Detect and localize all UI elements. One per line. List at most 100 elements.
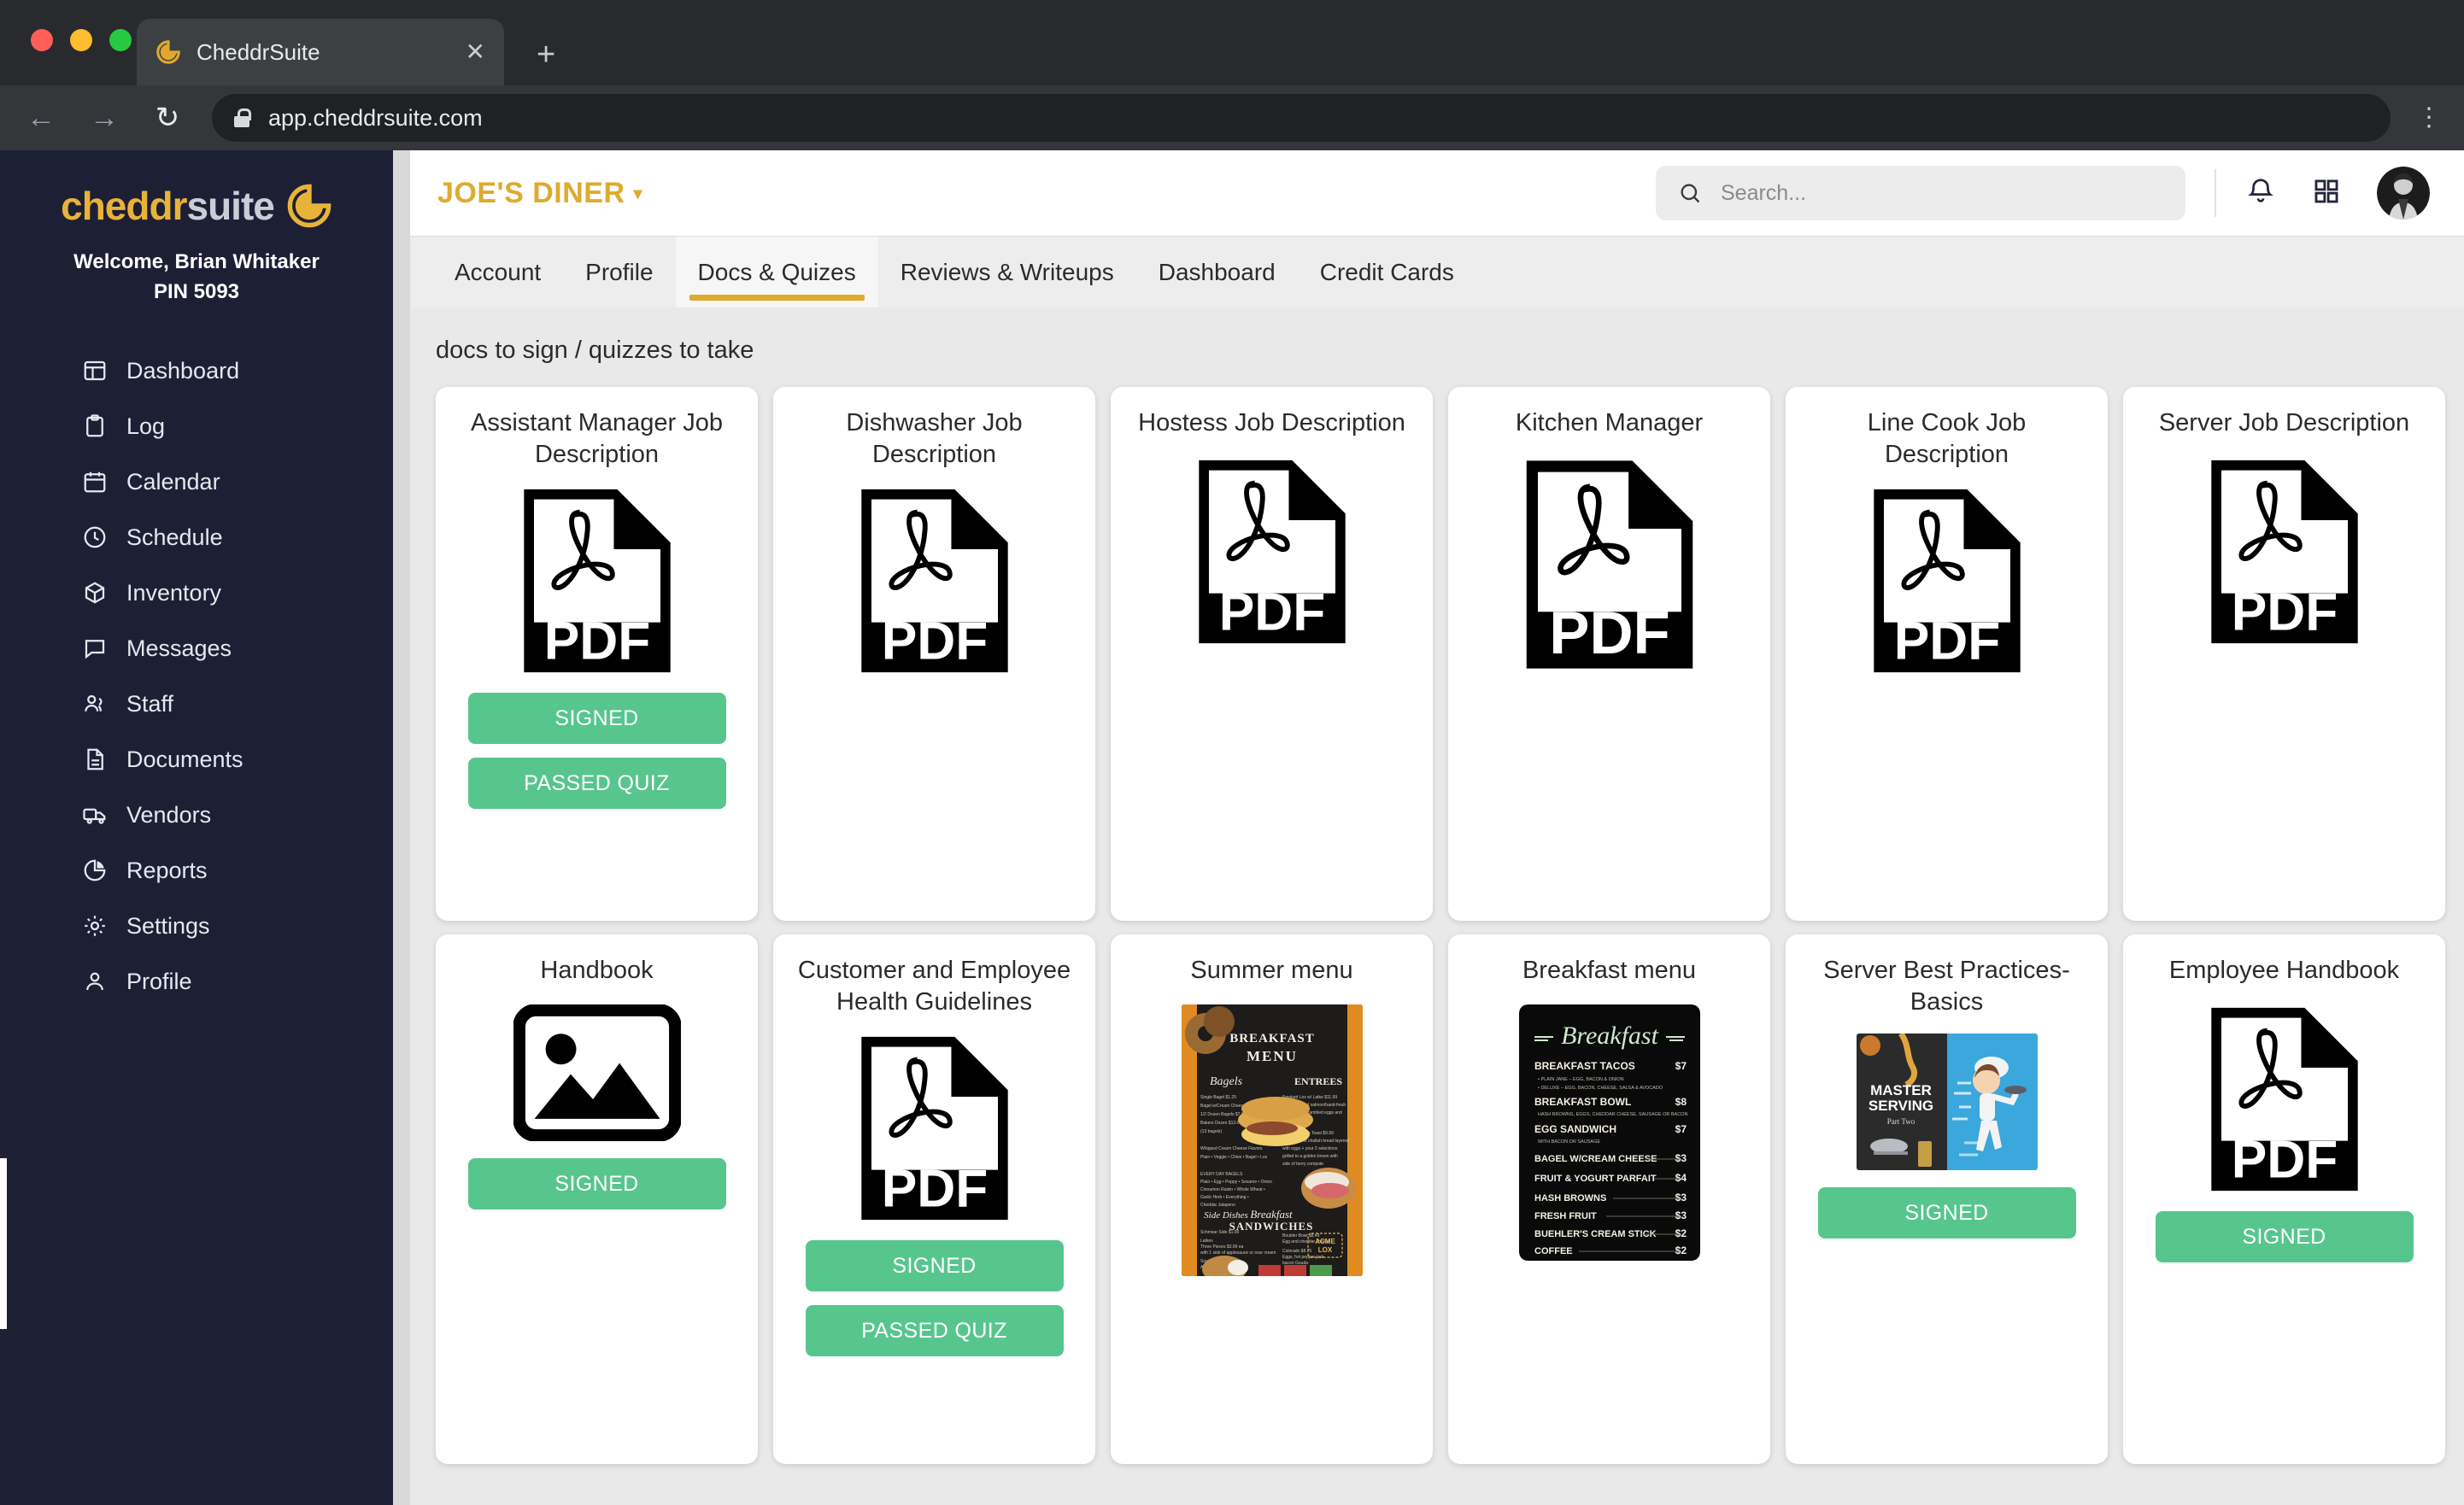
pdf-icon: PDF (851, 486, 1018, 676)
topbar-divider (2215, 169, 2216, 217)
status-badge[interactable]: PASSED QUIZ (806, 1305, 1064, 1356)
sidebar-gutter (393, 150, 410, 1505)
new-tab-button[interactable]: + (537, 37, 555, 73)
address-bar-url: app.cheddrsuite.com (268, 105, 483, 132)
svg-text:MENU: MENU (1247, 1048, 1298, 1064)
sidebar-item-vendors[interactable]: Vendors (0, 788, 393, 843)
sidebar-item-settings[interactable]: Settings (0, 899, 393, 954)
sidebar-item-label: Reports (126, 858, 208, 884)
sidebar-item-reports[interactable]: Reports (0, 843, 393, 899)
close-icon[interactable]: ✕ (466, 40, 485, 64)
summer-menu-photo: BREAKFAST MENU Bagels ENTREES Single Bag… (1182, 1004, 1363, 1276)
calendar-icon (82, 469, 108, 495)
svg-text:PDF: PDF (1549, 599, 1669, 666)
sidebar-item-label: Dashboard (126, 358, 239, 384)
sidebar-item-staff[interactable]: Staff (0, 676, 393, 732)
document-card[interactable]: Breakfast menu Breakfast BREAKFAST TACOS (1448, 934, 1770, 1464)
forward-icon[interactable]: → (85, 103, 123, 132)
document-badges: SIGNED PASSED QUIZ (792, 1240, 1077, 1356)
status-badge[interactable]: SIGNED (468, 693, 726, 744)
back-icon[interactable]: ← (22, 103, 60, 132)
sidebar-item-inventory[interactable]: Inventory (0, 565, 393, 621)
tab-reviews-and-writeups[interactable]: Reviews & Writeups (878, 237, 1136, 307)
location-selector[interactable]: JOE'S DINER ▾ (437, 177, 642, 210)
status-badge[interactable]: SIGNED (1818, 1187, 2076, 1239)
document-card[interactable]: Assistant Manager Job Description PDF SI… (436, 387, 758, 921)
search-box[interactable] (1656, 166, 2185, 220)
notification-bell-icon[interactable] (2245, 176, 2276, 211)
tab-dashboard[interactable]: Dashboard (1136, 237, 1298, 307)
document-card[interactable]: Customer and Employee Health Guidelines … (773, 934, 1095, 1464)
svg-text:PDF: PDF (2231, 1131, 2338, 1190)
app-topbar: JOE'S DINER ▾ (410, 150, 2464, 236)
svg-text:$2: $2 (1675, 1244, 1687, 1256)
location-name: JOE'S DINER (437, 177, 625, 210)
svg-text:COFFEE: COFFEE (1534, 1246, 1573, 1256)
document-badges: SIGNED (2142, 1211, 2426, 1262)
svg-text:Three Pieces $3.9: Three Pieces $3.99 ea (1200, 1244, 1244, 1250)
sidebar-item-documents[interactable]: Documents (0, 732, 393, 788)
sidebar-item-log[interactable]: Log (0, 399, 393, 454)
document-card[interactable]: Dishwasher Job Description PDF (773, 387, 1095, 921)
svg-text:BAGEL W/CREAM CHEESE: BAGEL W/CREAM CHEESE (1534, 1154, 1657, 1164)
document-title: Server Job Description (2159, 407, 2409, 442)
browser-tab[interactable]: CheddrSuite ✕ (137, 19, 504, 85)
svg-text:Single Bagel $1: Single Bagel $1.25 (1200, 1095, 1236, 1100)
maximize-window-button[interactable] (109, 29, 132, 51)
document-thumbnail: Breakfast BREAKFAST TACOS $7 • PLAIN JAN… (1519, 1004, 1700, 1261)
browser-window: CheddrSuite ✕ + ← → ↻ app.cheddrsuite.co… (0, 0, 2464, 1505)
document-title: Summer menu (1190, 955, 1352, 989)
document-card[interactable]: Hostess Job Description PDF (1111, 387, 1433, 921)
address-bar[interactable]: app.cheddrsuite.com (212, 94, 2391, 142)
sidebar-item-schedule[interactable]: Schedule (0, 510, 393, 565)
tab-label: Credit Cards (1320, 259, 1454, 286)
app-logo[interactable]: cheddrsuite (0, 183, 393, 229)
status-badge[interactable]: SIGNED (806, 1240, 1064, 1291)
page-scrollbar-thumb[interactable] (0, 1158, 7, 1329)
tab-docs-and-quizes[interactable]: Docs & Quizes (676, 237, 878, 307)
user-avatar[interactable] (2377, 167, 2430, 220)
svg-text:side of berry compote: side of berry compote (1282, 1162, 1323, 1167)
tab-credit-cards[interactable]: Credit Cards (1298, 237, 1476, 307)
welcome-username: Welcome, Brian Whitaker (0, 248, 393, 278)
close-window-button[interactable] (31, 29, 53, 51)
status-badge[interactable]: PASSED QUIZ (468, 758, 726, 809)
sidebar-item-messages[interactable]: Messages (0, 621, 393, 676)
reload-icon[interactable]: ↻ (149, 103, 186, 132)
document-card[interactable]: Server Best Practices- Basics MASTER SER… (1786, 934, 2108, 1464)
tab-account[interactable]: Account (432, 237, 563, 307)
sidebar-item-profile[interactable]: Profile (0, 954, 393, 1010)
document-card[interactable]: Server Job Description PDF (2123, 387, 2445, 921)
sidebar-item-label: Log (126, 413, 165, 440)
svg-text:PDF: PDF (1893, 612, 2000, 671)
sidebar-nav: Dashboard Log Calendar (0, 343, 393, 1010)
document-thumbnail: MASTER SERVING Part Two (1857, 1034, 2038, 1170)
search-input[interactable] (1721, 181, 2163, 206)
tab-profile[interactable]: Profile (563, 237, 675, 307)
status-badge[interactable]: SIGNED (468, 1158, 726, 1209)
pdf-icon: PDF (1515, 457, 1704, 672)
sidebar-item-calendar[interactable]: Calendar (0, 454, 393, 510)
document-card[interactable]: Handbook SIGNED (436, 934, 758, 1464)
svg-text:(13 bagels): (13 bagels) (1200, 1129, 1222, 1134)
person-icon (82, 969, 108, 994)
svg-text:SERVING: SERVING (1868, 1098, 1933, 1114)
document-card[interactable]: Kitchen Manager PDF (1448, 387, 1770, 921)
document-thumbnail: PDF (1863, 486, 2031, 676)
minimize-window-button[interactable] (70, 29, 92, 51)
sidebar-item-dashboard[interactable]: Dashboard (0, 343, 393, 399)
browser-menu-icon[interactable]: ⋮ (2416, 108, 2442, 128)
cheddrsuite-logo-icon (286, 183, 332, 229)
tab-label: Reviews & Writeups (901, 259, 1114, 286)
document-title: Customer and Employee Health Guidelines (792, 955, 1077, 1018)
pdf-icon: PDF (851, 1034, 1018, 1223)
document-card[interactable]: Line Cook Job Description PDF (1786, 387, 2108, 921)
document-badges: SIGNED PASSED QUIZ (455, 693, 739, 809)
document-card[interactable]: Summer menu BREAKFAST ME (1111, 934, 1433, 1464)
document-thumbnail: PDF (1515, 457, 1704, 672)
document-card[interactable]: Employee Handbook PDF SIGNED (2123, 934, 2445, 1464)
apps-grid-icon[interactable] (2312, 177, 2341, 210)
svg-text:• PLAIN JANE – EGG, BACON & ON: • PLAIN JANE – EGG, BACON & ONION (1538, 1077, 1624, 1082)
pdf-icon: PDF (2201, 457, 2368, 647)
status-badge[interactable]: SIGNED (2156, 1211, 2414, 1262)
